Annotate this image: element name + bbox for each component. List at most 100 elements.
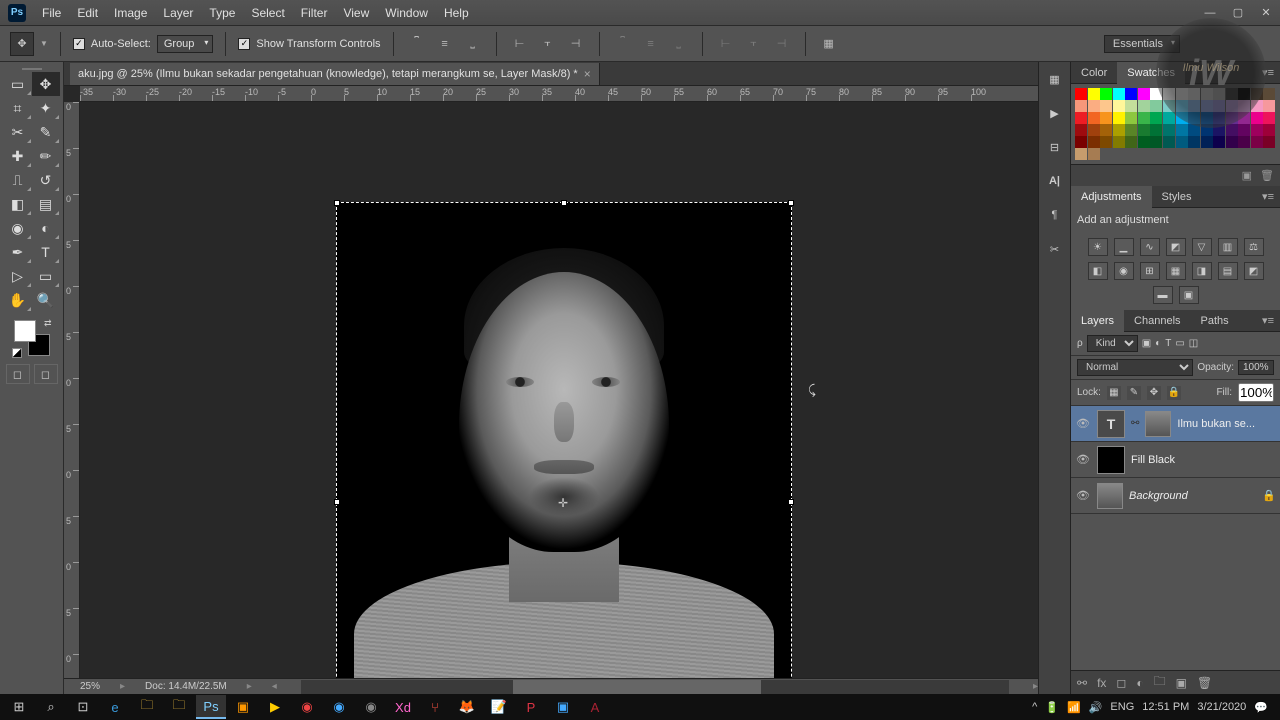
layer-row[interactable]: 👁Fill Black [1071,442,1280,478]
swap-colors-icon[interactable]: ⇄ [44,318,52,329]
swatch[interactable] [1226,136,1238,148]
swatch[interactable] [1113,136,1125,148]
menu-file[interactable]: File [34,0,69,26]
swatch[interactable] [1075,112,1087,124]
search-button[interactable]: ⌕ [36,695,66,719]
type-tool[interactable]: T [32,240,60,264]
menu-window[interactable]: Window [377,0,436,26]
swatch[interactable] [1263,136,1275,148]
foreground-color[interactable] [14,320,36,342]
swatch[interactable] [1125,124,1137,136]
swatch[interactable] [1163,100,1175,112]
character-panel-icon[interactable]: A| [1044,170,1066,192]
swatch[interactable] [1125,88,1137,100]
auto-align-icon[interactable]: ▦ [818,33,840,55]
potplayer-icon[interactable]: ▶ [260,695,290,719]
photos-icon[interactable]: ▣ [548,695,578,719]
swatch[interactable] [1113,124,1125,136]
explorer-icon[interactable]: 🗀 [132,695,162,719]
scrollbar-horizontal[interactable] [301,680,1009,694]
channels-tab[interactable]: Channels [1124,310,1190,332]
close-tab-icon[interactable]: × [584,63,591,85]
swatch[interactable] [1213,112,1225,124]
swatch[interactable] [1113,112,1125,124]
threshold-icon[interactable]: ◩ [1244,262,1264,280]
swatch[interactable] [1138,112,1150,124]
swatch[interactable] [1226,112,1238,124]
swatch[interactable] [1251,112,1263,124]
swatch[interactable] [1201,88,1213,100]
fill-input[interactable] [1238,383,1274,402]
move-tool-icon[interactable]: ✥ [10,32,34,56]
wifi-icon[interactable]: 📶 [1067,701,1081,714]
filter-type-icon[interactable]: T [1165,338,1171,349]
edge-icon[interactable]: e [100,695,130,719]
invert-icon[interactable]: ◨ [1192,262,1212,280]
visibility-icon[interactable]: 👁 [1075,452,1091,468]
swatch[interactable] [1075,124,1087,136]
filter-adjust-icon[interactable]: ◐ [1155,338,1161,349]
swatch[interactable] [1113,88,1125,100]
swatch[interactable] [1150,112,1162,124]
lock-pixels-icon[interactable]: ✎ [1127,386,1141,400]
pen-tool[interactable]: ✒ [4,240,32,264]
zoom-tool[interactable]: 🔍 [32,288,60,312]
swatch[interactable] [1088,148,1100,160]
actions-panel-icon[interactable]: ▶ [1044,102,1066,124]
notifications-icon[interactable]: 💬 [1254,701,1268,714]
taskview-button[interactable]: ⊡ [68,695,98,719]
healing-tool[interactable]: ✚ [4,144,32,168]
history-panel-icon[interactable]: ▦ [1044,68,1066,90]
auto-select-dropdown[interactable]: Group [157,35,214,53]
tray-expand-icon[interactable]: ^ [1032,701,1037,713]
levels-icon[interactable]: ▁ [1114,238,1134,256]
swatches-tab[interactable]: Swatches [1117,62,1185,84]
swatch[interactable] [1188,124,1200,136]
visibility-icon[interactable]: 👁 [1075,416,1091,432]
layer-mask-icon[interactable]: ◻ [1116,676,1126,690]
menu-select[interactable]: Select [243,0,292,26]
canvas[interactable] [336,202,792,678]
swatch[interactable] [1150,100,1162,112]
layer-filter-kind[interactable]: Kind [1087,335,1138,352]
adjustments-tab[interactable]: Adjustments [1071,186,1152,208]
firefox-icon[interactable]: 🦊 [452,695,482,719]
language-indicator[interactable]: ENG [1110,701,1134,713]
move-tool[interactable]: ✥ [32,72,60,96]
menu-type[interactable]: Type [201,0,243,26]
swatch[interactable] [1150,136,1162,148]
opacity-input[interactable] [1238,360,1274,375]
lasso-tool[interactable]: ⌗ [4,96,32,120]
menu-view[interactable]: View [335,0,377,26]
swatch[interactable] [1213,88,1225,100]
ruler-horizontal[interactable]: -35-30-25-20-15-10-505101520253035404550… [80,86,1038,102]
swatch[interactable] [1176,112,1188,124]
photoshop-taskbar-icon[interactable]: Ps [196,695,226,719]
swatch[interactable] [1251,124,1263,136]
styles-tab[interactable]: Styles [1152,186,1202,208]
swatch[interactable] [1100,88,1112,100]
swatch[interactable] [1238,112,1250,124]
color-picker[interactable]: ⇄ [12,318,52,358]
swatch[interactable] [1238,88,1250,100]
crop-tool[interactable]: ✂ [4,120,32,144]
colorlookup-icon[interactable]: ▦ [1166,262,1186,280]
swatch[interactable] [1138,136,1150,148]
swatch[interactable] [1075,148,1087,160]
link-layers-icon[interactable]: ⚯ [1077,676,1087,690]
show-transform-checkbox[interactable]: ✓ [238,38,250,50]
swatch[interactable] [1150,124,1162,136]
swatch[interactable] [1150,88,1162,100]
magic-wand-tool[interactable]: ✦ [32,96,60,120]
battery-icon[interactable]: 🔋 [1045,701,1059,714]
adjustment-layer-icon[interactable]: ◐ [1136,676,1143,690]
swatch[interactable] [1263,112,1275,124]
color-tab[interactable]: Color [1071,62,1117,84]
align-hmid-icon[interactable]: ⫟ [537,33,559,55]
layer-fx-icon[interactable]: fx [1097,676,1106,690]
swatch[interactable] [1201,100,1213,112]
swatch[interactable] [1251,100,1263,112]
layer-row[interactable]: 👁T⚯Ilmu bukan se... [1071,406,1280,442]
align-bottom-icon[interactable]: ⎵ [462,33,484,55]
shadowplay-icon[interactable]: ◉ [292,695,322,719]
